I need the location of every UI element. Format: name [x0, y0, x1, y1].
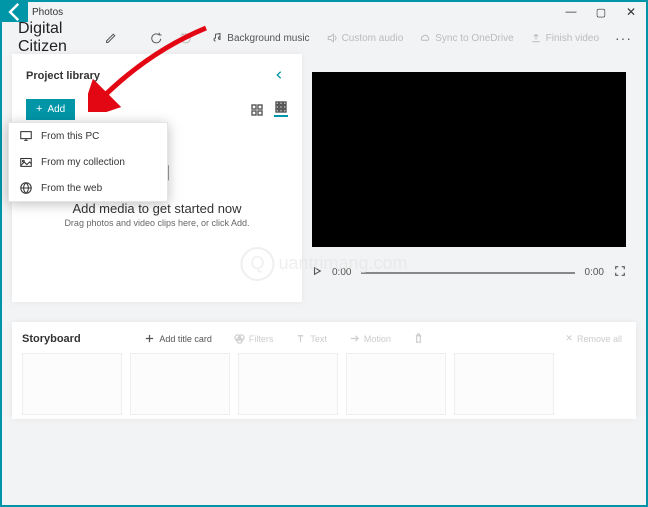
finish-label: Finish video [546, 33, 599, 44]
toolbar: Digital Citizen Background music Custom … [2, 22, 646, 54]
add-menu-from-collection[interactable]: From my collection [9, 149, 167, 175]
storyboard-card[interactable] [454, 353, 554, 415]
time-current: 0:00 [332, 267, 351, 278]
storyboard-card[interactable] [130, 353, 230, 415]
text-icon [295, 333, 306, 344]
grid-large-icon [251, 104, 263, 116]
menu-label: From my collection [41, 157, 125, 168]
project-library-panel: Project library + Add [12, 54, 302, 302]
label: Add title card [159, 334, 212, 344]
background-music-label: Background music [227, 33, 309, 44]
play-icon [312, 266, 322, 276]
plus-icon: + [36, 104, 42, 115]
player-controls: 0:00 0:00 [312, 265, 626, 280]
pencil-icon [105, 32, 117, 44]
empty-subtitle: Drag photos and video clips here, or cli… [26, 218, 288, 228]
monitor-icon [19, 129, 33, 143]
sync-label: Sync to OneDrive [435, 33, 513, 44]
play-button[interactable] [312, 266, 322, 279]
background-music-button[interactable]: Background music [205, 28, 315, 48]
preview-panel: 0:00 0:00 [312, 54, 636, 302]
expand-icon [614, 265, 626, 277]
custom-audio-button[interactable]: Custom audio [320, 28, 410, 48]
view-large-button[interactable] [250, 103, 264, 117]
menu-label: From this PC [41, 131, 99, 142]
storyboard-panel: Storyboard Add title card Filters Text M… [12, 322, 636, 419]
undo-button[interactable] [145, 28, 169, 48]
add-title-card-button[interactable]: Add title card [140, 330, 216, 347]
app-title: Photos [28, 7, 556, 18]
x-icon: ✕ [565, 333, 573, 344]
add-label: Add [47, 104, 65, 115]
redo-icon [179, 32, 191, 44]
library-title: Project library [26, 70, 100, 82]
close-button[interactable]: ✕ [616, 5, 646, 19]
audio-icon [326, 32, 338, 44]
more-button[interactable]: ··· [609, 30, 638, 46]
video-preview[interactable] [312, 72, 626, 247]
sync-onedrive-button[interactable]: Sync to OneDrive [413, 28, 519, 48]
collapse-library-button[interactable] [270, 66, 288, 85]
add-menu: From this PC From my collection From the… [8, 122, 168, 202]
custom-audio-label: Custom audio [342, 33, 404, 44]
progress-bar[interactable] [361, 272, 574, 274]
motion-icon [349, 333, 360, 344]
filter-icon [234, 333, 245, 344]
export-icon [530, 32, 542, 44]
add-button[interactable]: + Add [26, 99, 75, 120]
delete-button[interactable] [409, 330, 428, 347]
view-small-button[interactable] [274, 103, 288, 117]
back-button[interactable] [2, 2, 28, 22]
time-total: 0:00 [585, 267, 604, 278]
menu-label: From the web [41, 183, 102, 194]
rename-button[interactable] [99, 28, 123, 48]
add-menu-from-pc[interactable]: From this PC [9, 123, 167, 149]
titlebar: Photos — ▢ ✕ [2, 2, 646, 22]
trash-icon [413, 333, 424, 344]
music-icon [211, 32, 223, 44]
finish-video-button[interactable]: Finish video [524, 28, 605, 48]
storyboard-title: Storyboard [22, 333, 81, 345]
label: Filters [249, 334, 274, 344]
label: Motion [364, 334, 391, 344]
undo-icon [151, 32, 163, 44]
project-name: Digital Citizen [18, 20, 89, 56]
collection-icon [19, 155, 33, 169]
storyboard-card[interactable] [238, 353, 338, 415]
storyboard-card[interactable] [346, 353, 446, 415]
empty-title: Add media to get started now [26, 201, 288, 216]
add-menu-from-web[interactable]: From the web [9, 175, 167, 201]
label: Remove all [577, 334, 622, 344]
storyboard-items [22, 353, 626, 415]
motion-button[interactable]: Motion [345, 330, 395, 347]
remove-all-button[interactable]: ✕ Remove all [561, 330, 626, 347]
view-toggle [250, 103, 288, 117]
globe-icon [19, 181, 33, 195]
chevron-left-icon [274, 70, 284, 80]
grid-small-icon [275, 101, 287, 113]
label: Text [310, 334, 327, 344]
text-button[interactable]: Text [291, 330, 331, 347]
minimize-button[interactable]: — [556, 6, 586, 18]
fullscreen-button[interactable] [614, 265, 626, 280]
redo-button[interactable] [173, 28, 197, 48]
cloud-icon [419, 32, 431, 44]
filters-button[interactable]: Filters [230, 330, 278, 347]
plus-icon [144, 333, 155, 344]
maximize-button[interactable]: ▢ [586, 6, 616, 19]
storyboard-card[interactable] [22, 353, 122, 415]
